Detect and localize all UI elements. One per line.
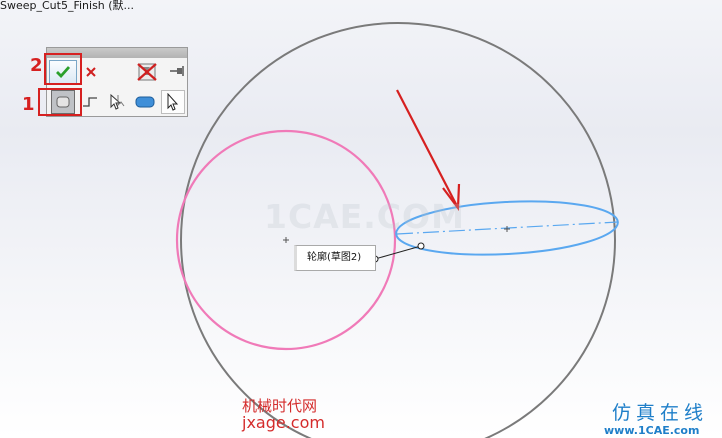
watermark-center: 1CAE.COM (264, 197, 465, 236)
red-arrow-annotation (396, 89, 461, 212)
profile-filter-icon (56, 96, 70, 108)
clear-selection-button[interactable] (135, 61, 159, 83)
clear-selection-icon (137, 63, 157, 81)
close-icon (86, 67, 96, 77)
path-center-mark (504, 226, 510, 232)
annotation-marker-2: 2 (30, 55, 43, 76)
pin-icon (170, 66, 184, 76)
ok-button[interactable] (49, 60, 77, 84)
profile-callout-label[interactable]: 轮廓(草图2) (294, 245, 376, 271)
curve-filter-icon (83, 97, 97, 107)
callout-target (417, 242, 425, 250)
check-icon (56, 66, 70, 78)
profile-center-mark (283, 237, 289, 243)
annotation-marker-1: 1 (22, 94, 35, 115)
profile-filter-button[interactable] (51, 90, 75, 114)
select-other-icon (110, 93, 125, 110)
pointer-icon (167, 93, 179, 111)
face-filter-button[interactable] (133, 90, 157, 114)
pin-button[interactable] (168, 62, 186, 80)
watermark-site-url: jxage.com (242, 413, 325, 432)
toolbar-title-bar (47, 48, 187, 58)
face-filter-icon (135, 96, 155, 108)
callout-leader (374, 245, 422, 260)
pointer-select-button[interactable] (161, 90, 185, 114)
watermark-brand-url: www.1CAE.com (604, 424, 700, 437)
curve-filter-button[interactable] (78, 90, 102, 114)
property-manager-toolbar (46, 47, 188, 117)
cancel-button[interactable] (81, 62, 101, 82)
watermark-brand-cn: 仿真在线 (612, 402, 709, 424)
select-other-button[interactable] (106, 90, 130, 114)
